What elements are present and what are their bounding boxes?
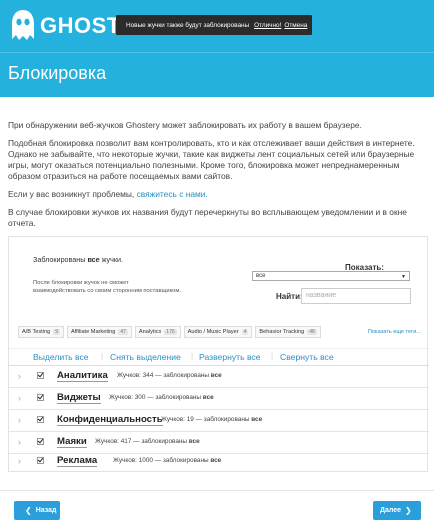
meta-text: Жучков: 417 — заблокированы [95,438,188,445]
tracker-panel: Заблокированы все жучки. После блокировк… [8,236,429,473]
next-button[interactable]: Далее ❯ [373,501,421,520]
category-row[interactable]: › Виджеты Жучков: 300 — заблокированы вс… [9,388,429,410]
contact-prefix: Если у вас возникнут проблемы, [8,189,135,199]
show-select-value: все [256,273,266,279]
meta-bold: все [210,372,222,379]
more-tags-link[interactable]: Показать еще теги... [368,329,421,335]
status-bold: все [87,255,100,264]
meta-text: Жучков: 19 — заблокированы [161,416,250,423]
intro-text: При обнаружении веб-жучков Ghostery може… [8,120,428,236]
status-suffix: жучки. [101,255,124,264]
chevron-down-icon: ▼ [401,274,406,280]
category-meta: Жучков: 300 — заблокированы все [109,394,214,401]
chevron-right-icon[interactable]: › [18,415,21,425]
next-label: Далее [380,507,402,514]
title-bar: Блокировка [0,52,434,97]
category-row[interactable]: › Реклама Жучков: 1000 — заблокированы в… [9,451,429,473]
collapse-all-link[interactable]: Свернуть все [280,352,334,362]
contact-us-link[interactable]: свяжитесь с нами. [137,189,208,199]
tag-label: Audio / Music Player [187,329,239,335]
chevron-right-icon[interactable]: › [18,437,21,447]
category-name[interactable]: Маяки [57,436,87,448]
category-row[interactable]: › Конфиденциальность Жучков: 19 — заблок… [9,410,429,432]
block-note: После блокировки жучок не сможет взаимод… [33,280,181,294]
meta-bold: все [210,457,222,464]
select-all-link[interactable]: Выделить все [33,352,89,362]
meta-text: Жучков: 344 — заблокированы [117,372,210,379]
tag-count: 48 [307,329,317,335]
chevron-right-icon[interactable]: › [18,393,21,403]
meta-text: Жучков: 300 — заблокированы [109,394,202,401]
category-checkbox[interactable] [37,394,44,401]
category-name[interactable]: Конфиденциальность [57,414,163,426]
search-input[interactable]: название [301,288,411,304]
category-checkbox[interactable] [37,372,44,379]
tag-ab-testing[interactable]: A/B Testing 9 [18,326,64,338]
tag-audio-music-player[interactable]: Audio / Music Player 4 [183,326,253,338]
notification-bar: Новые жучки также будут заблокированы От… [116,15,312,35]
find-label: Найти: [276,292,303,301]
intro-paragraph-2: Подобная блокировка позволит вам контрол… [8,138,415,181]
tag-label: Affiliate Marketing [70,329,116,335]
status-prefix: Заблокированы [33,255,86,264]
tag-label: Analytics [138,329,162,335]
category-name[interactable]: Виджеты [57,392,101,404]
tag-affiliate-marketing[interactable]: Affiliate Marketing 47 [66,326,132,338]
expand-all-link[interactable]: Развернуть все [199,352,261,362]
tag-analytics[interactable]: Analytics 176 [134,326,181,338]
meta-bold: все [202,394,214,401]
deselect-link[interactable]: Снять выделение [110,352,181,362]
category-checkbox[interactable] [37,416,44,423]
bulk-actions: Выделить все | Снять выделение | Разверн… [9,348,429,366]
notification-ok-link[interactable]: Отлично! [254,22,281,29]
category-row[interactable]: › Аналитика Жучков: 344 — заблокированы … [9,366,429,388]
tag-behavior-tracking[interactable]: Behavior Tracking 48 [255,326,321,338]
ghost-icon [12,10,34,40]
divider: | [101,352,104,361]
notification-text: Новые жучки также будут заблокированы [126,21,250,29]
top-bar: GHOSTERY Новые жучки также будут заблоки… [0,0,434,52]
category-meta: Жучков: 344 — заблокированы все [117,372,222,379]
tag-count: 47 [118,329,128,335]
chevron-right-icon[interactable]: › [18,371,21,381]
category-checkbox[interactable] [37,457,44,464]
intro-paragraph-3: Если у вас возникнут проблемы, свяжитесь… [8,189,428,200]
category-checkbox[interactable] [37,438,44,445]
category-name[interactable]: Реклама [57,455,98,467]
tag-label: A/B Testing [22,329,51,335]
back-button[interactable]: ❮ Назад [14,501,60,520]
tag-label: Behavior Tracking [259,329,305,335]
category-meta: Жучков: 417 — заблокированы все [95,438,200,445]
tag-count: 4 [241,329,249,335]
meta-bold: все [188,438,200,445]
meta-text: Жучков: 1000 — заблокированы [113,457,209,464]
notification-cancel-link[interactable]: Отмена [284,22,307,29]
category-name[interactable]: Аналитика [57,370,108,382]
back-label: Назад [35,507,57,514]
intro-paragraph-1: При обнаружении веб-жучков Ghostery може… [8,120,362,130]
category-meta: Жучков: 19 — заблокированы все [161,416,262,423]
block-status: Заблокированы все жучки. [33,255,123,264]
category-tags: A/B Testing 9 Affiliate Marketing 47 Analy… [18,326,321,338]
show-select[interactable]: все ▼ [252,271,410,281]
page-title: Блокировка [8,63,107,83]
arrow-right-icon: ❯ [405,506,412,515]
category-meta: Жучков: 1000 — заблокированы все [113,457,221,464]
chevron-right-icon[interactable]: › [18,456,21,466]
divider: | [271,352,274,361]
meta-bold: все [251,416,263,423]
footer: ❮ Назад Далее ❯ [0,490,434,530]
intro-paragraph-4: В случае блокировки жучков их названия б… [8,207,407,228]
tag-count: 176 [164,329,177,335]
arrow-left-icon: ❮ [25,506,32,515]
divider: | [191,352,194,361]
tag-count: 9 [53,329,60,335]
